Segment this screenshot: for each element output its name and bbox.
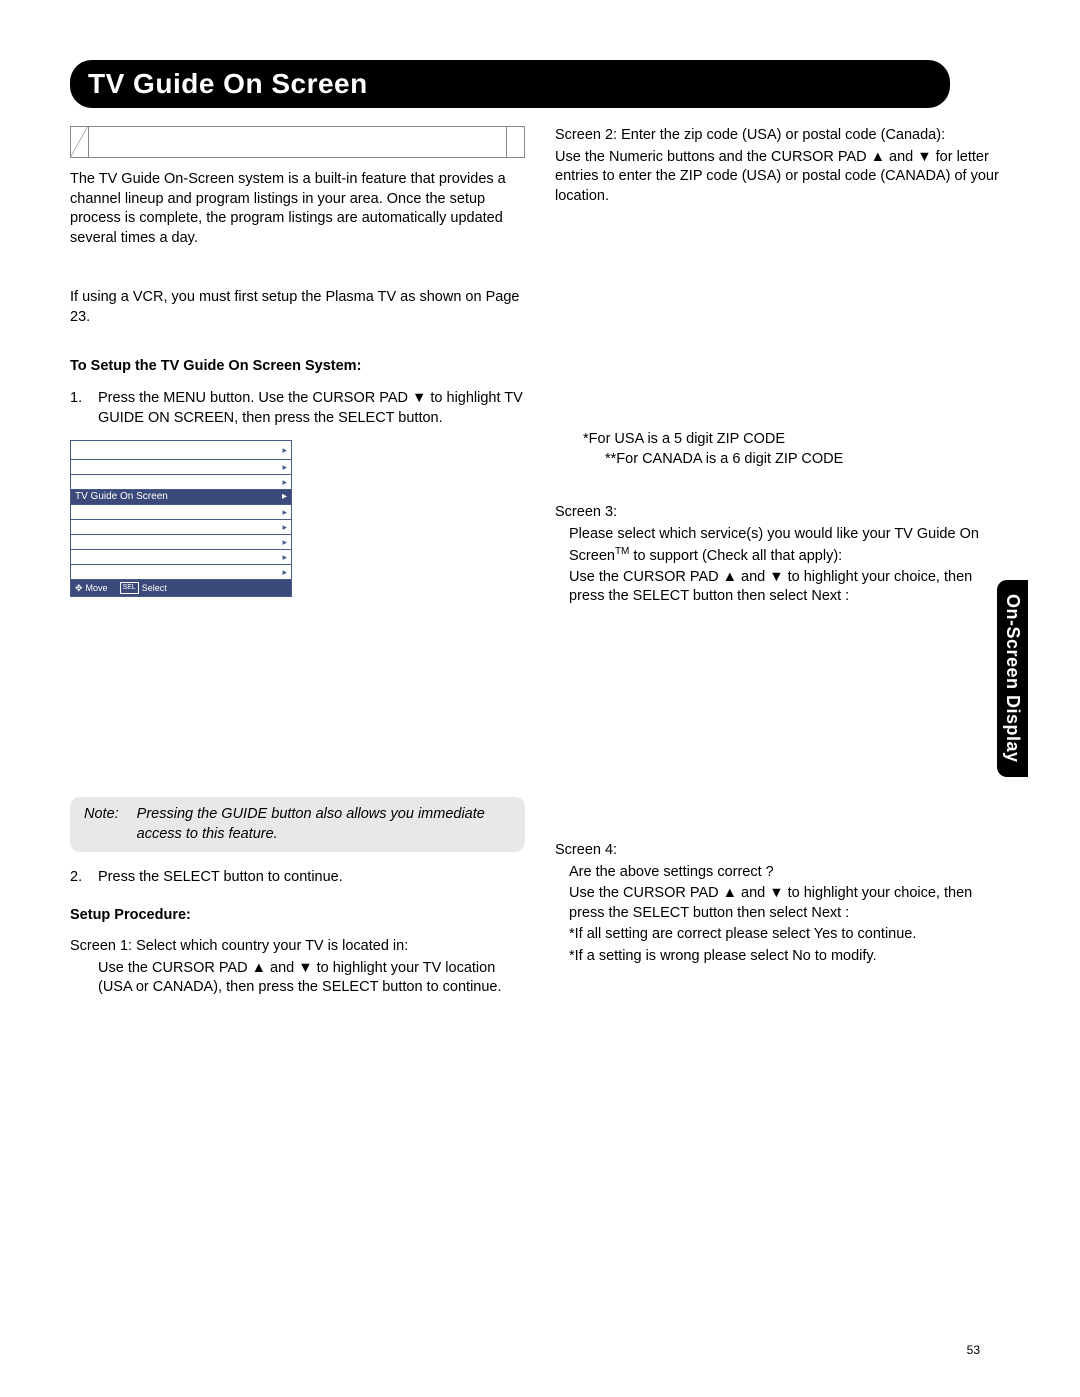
menu-footer: ✥Move SELSelect: [71, 580, 291, 596]
manual-page: TV Guide On Screen The TV Guide On-Scree…: [0, 0, 1080, 1397]
setup-heading: To Setup the TV Guide On Screen System:: [70, 357, 525, 377]
menu-row-blank: ▸: [71, 535, 291, 550]
right-column: Screen 2: Enter the zip code (USA) or po…: [555, 126, 1010, 1012]
zip-usa: *For USA is a 5 digit ZIP CODE: [555, 430, 1010, 450]
list-number: 2.: [70, 868, 98, 888]
sel-button-icon: SEL: [120, 582, 139, 593]
chevron-right-icon: ▸: [282, 521, 287, 533]
move-label: Move: [86, 582, 108, 594]
tm-mark: TM: [615, 546, 629, 557]
chevron-right-icon: ▸: [282, 551, 287, 563]
screen3-label: Screen 3:: [555, 503, 1010, 523]
screen4-line3: *If all setting are correct please selec…: [555, 925, 1010, 945]
intro-paragraph: The TV Guide On-Screen system is a built…: [70, 170, 525, 248]
chevron-right-icon: ▸: [282, 461, 287, 473]
side-section-tab: On-Screen Display: [997, 580, 1028, 777]
list-item: 2. Press the SELECT button to continue.: [70, 868, 525, 888]
setup-steps-list-2: 2. Press the SELECT button to continue.: [70, 868, 525, 888]
screen2-line1: Screen 2: Enter the zip code (USA) or po…: [555, 126, 1010, 146]
page-number: 53: [967, 1343, 980, 1357]
screen3-text-post: to support (Check all that apply):: [629, 547, 842, 563]
screen4-label: Screen 4:: [555, 841, 1010, 861]
setup-steps-list: 1. Press the MENU button. Use the CURSOR…: [70, 389, 525, 428]
menu-row-blank: ▸: [71, 520, 291, 535]
two-column-layout: The TV Guide On-Screen system is a built…: [70, 126, 1010, 1012]
screen4-line2: Use the CURSOR PAD ▲ and ▼ to highlight …: [555, 884, 1010, 923]
menu-row-blank: ▸: [71, 565, 291, 580]
bookmark-ribbon-icon: [70, 126, 525, 158]
menu-row-blank: ▸: [71, 550, 291, 565]
list-number: 1.: [70, 389, 98, 428]
section-title-bar: TV Guide On Screen: [70, 60, 950, 108]
move-icon: ✥: [75, 582, 83, 594]
chevron-right-icon: ▸: [282, 476, 287, 488]
menu-row-blank: ▸: [71, 505, 291, 520]
menu-row-blank: ▸: [71, 441, 291, 460]
select-label: Select: [142, 582, 167, 594]
menu-row-blank: ▸: [71, 475, 291, 490]
screen1-line1: Screen 1: Select which country your TV i…: [70, 937, 525, 957]
zip-canada: **For CANADA is a 6 digit ZIP CODE: [577, 450, 1010, 470]
menu-item-label: TV Guide On Screen: [75, 490, 168, 504]
screen3-line1: Please select which service(s) you would…: [555, 525, 1010, 566]
section-title: TV Guide On Screen: [88, 68, 368, 99]
menu-row-highlighted: TV Guide On Screen ▸: [71, 490, 291, 505]
step-2-text: Press the SELECT button to continue.: [98, 868, 525, 888]
screen4-line4: *If a setting is wrong please select No …: [555, 947, 1010, 967]
left-column: The TV Guide On-Screen system is a built…: [70, 126, 525, 1012]
screen3-line2: Use the CURSOR PAD ▲ and ▼ to highlight …: [555, 568, 1010, 607]
chevron-right-icon: ▸: [282, 490, 287, 504]
menu-row-blank: ▸: [71, 460, 291, 475]
note-box: Note: Pressing the GUIDE button also all…: [70, 797, 525, 852]
chevron-right-icon: ▸: [282, 444, 287, 456]
chevron-right-icon: ▸: [282, 536, 287, 548]
chevron-right-icon: ▸: [282, 506, 287, 518]
osd-menu-figure: ▸ ▸ ▸ TV Guide On Screen ▸ ▸ ▸ ▸ ▸ ▸ ✥Mo…: [70, 440, 292, 597]
procedure-heading: Setup Procedure:: [70, 906, 525, 926]
list-item: 1. Press the MENU button. Use the CURSOR…: [70, 389, 525, 428]
note-text: Pressing the GUIDE button also allows yo…: [137, 805, 511, 844]
screen4-line1: Are the above settings correct ?: [555, 863, 1010, 883]
step-1-text: Press the MENU button. Use the CURSOR PA…: [98, 389, 525, 428]
screen1-line2: Use the CURSOR PAD ▲ and ▼ to highlight …: [70, 959, 525, 998]
vcr-note: If using a VCR, you must first setup the…: [70, 288, 525, 327]
note-label: Note:: [84, 805, 119, 844]
chevron-right-icon: ▸: [282, 566, 287, 578]
screen2-line2: Use the Numeric buttons and the CURSOR P…: [555, 148, 1010, 207]
